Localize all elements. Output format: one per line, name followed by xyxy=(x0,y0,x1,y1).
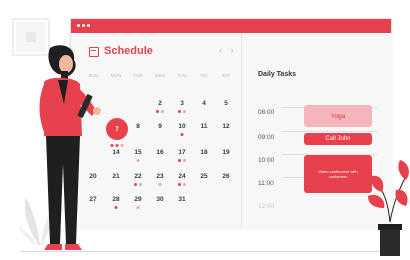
time-label: 10:00 xyxy=(258,157,275,164)
time-label: 09:00 xyxy=(258,134,275,141)
event-dot xyxy=(158,183,162,186)
event-dot xyxy=(178,183,181,186)
time-label: 12:00 xyxy=(258,203,275,210)
event-dots xyxy=(134,183,142,186)
window-dot-icon[interactable] xyxy=(82,24,85,27)
time-label: 11:00 xyxy=(258,180,274,187)
task-yoga[interactable]: Yoga xyxy=(304,105,372,127)
calendar-day[interactable]: 9 xyxy=(150,123,170,130)
event-dots xyxy=(136,206,140,209)
event-dot xyxy=(178,159,181,162)
woman-illustration xyxy=(39,45,101,250)
event-dots xyxy=(158,183,162,186)
calendar-day[interactable]: 12 xyxy=(216,123,236,130)
event-dots xyxy=(110,144,124,147)
calendar-day[interactable]: 15 xyxy=(128,149,148,156)
calendar-day[interactable]: 18 xyxy=(194,149,214,156)
month-nav-arrows[interactable]: ‹ › xyxy=(219,45,237,55)
event-dot xyxy=(136,159,140,162)
event-dot xyxy=(180,133,184,136)
calendar-day[interactable]: 23 xyxy=(150,173,170,180)
window-titlebar xyxy=(71,19,391,33)
weekday-label: THU xyxy=(177,73,187,78)
calendar-day[interactable]: 10 xyxy=(172,123,192,130)
event-dot xyxy=(183,110,186,113)
event-dot xyxy=(110,144,114,147)
event-dot xyxy=(134,183,137,186)
event-dot xyxy=(183,159,186,162)
event-dots xyxy=(178,159,186,162)
calendar-day[interactable]: 4 xyxy=(194,100,214,107)
event-dots xyxy=(178,183,186,186)
calendar-day[interactable]: 2 xyxy=(150,100,170,107)
calendar-day[interactable]: 8 xyxy=(128,123,148,130)
event-dot xyxy=(120,144,124,147)
time-grid-line xyxy=(282,131,377,132)
calendar-day[interactable]: 3 xyxy=(172,100,192,107)
calendar-day[interactable]: 30 xyxy=(150,196,170,203)
task-call-john[interactable]: Call John xyxy=(304,133,372,145)
event-dots xyxy=(156,110,164,113)
calendar-day[interactable]: 17 xyxy=(172,149,192,156)
time-label: 08:00 xyxy=(258,109,275,116)
event-dot xyxy=(178,110,181,113)
selected-day-label: 7 xyxy=(115,125,119,133)
weekday-label: FRI xyxy=(200,73,208,78)
calendar-day[interactable]: 22 xyxy=(128,173,148,180)
calendar-day[interactable]: 26 xyxy=(216,173,236,180)
calendar-title: Schedule xyxy=(104,45,153,57)
calendar-day[interactable]: 19 xyxy=(216,149,236,156)
event-dot xyxy=(114,206,118,209)
window-dot-icon[interactable] xyxy=(87,24,90,27)
event-dot xyxy=(136,206,140,209)
schedule-window: Schedule ‹ › 7 SUN MON TUE WED THU FRI SAT 2 3 4 5… xyxy=(70,18,392,228)
right-plant-illustration xyxy=(368,160,409,256)
calendar-day[interactable]: 31 xyxy=(172,196,192,203)
event-dot xyxy=(139,183,142,186)
decorative-square xyxy=(26,32,36,42)
daily-tasks-title: Daily Tasks xyxy=(258,71,297,78)
calendar-day[interactable]: 5 xyxy=(216,100,236,107)
calendar-day[interactable]: 24 xyxy=(172,173,192,180)
event-dots xyxy=(178,110,186,113)
weekday-label: SAT xyxy=(221,73,231,78)
event-dot xyxy=(161,110,164,113)
event-dots xyxy=(136,159,140,162)
task-label: Call John xyxy=(325,136,351,142)
event-dots xyxy=(180,133,184,136)
window-dot-icon[interactable] xyxy=(77,24,80,27)
event-dot xyxy=(183,183,186,186)
task-video-conference[interactable]: Video conference with customers xyxy=(304,155,372,193)
weekday-label: TUE xyxy=(133,73,143,78)
task-label: Yoga xyxy=(330,112,346,120)
calendar-day[interactable]: 16 xyxy=(150,149,170,156)
event-dot xyxy=(156,110,159,113)
event-dots xyxy=(114,206,118,209)
event-dot xyxy=(115,144,119,147)
weekday-label: WED xyxy=(154,73,166,78)
calendar-day[interactable]: 29 xyxy=(128,196,148,203)
calendar-day[interactable]: 25 xyxy=(194,173,214,180)
calendar-day[interactable]: 11 xyxy=(194,123,214,130)
task-label: Video conference with customers xyxy=(318,169,358,179)
